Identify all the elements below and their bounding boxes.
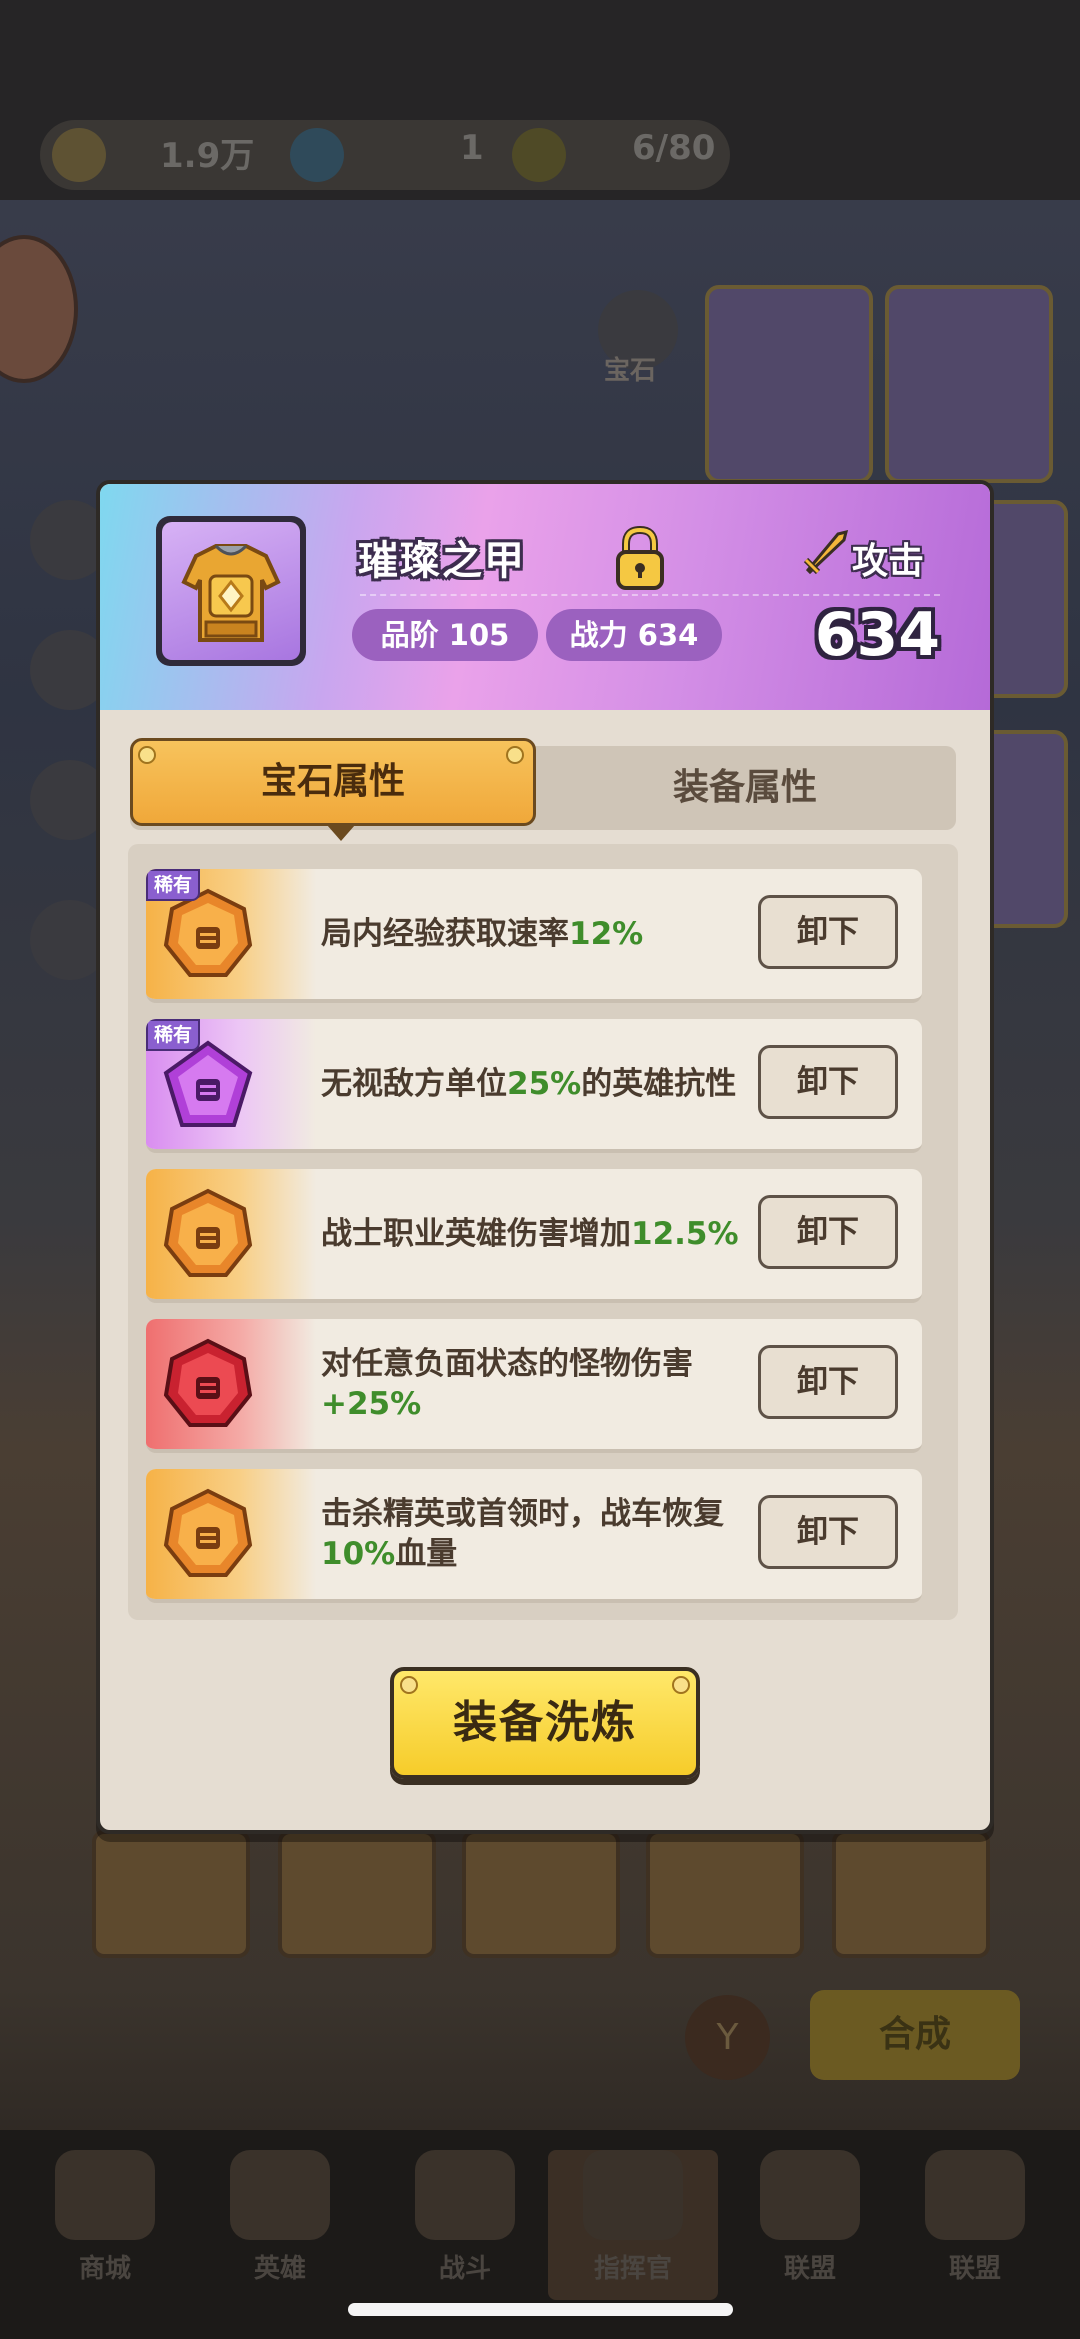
item-icon-frame (156, 516, 306, 666)
diamond-icon (290, 128, 344, 182)
gem-slot[interactable] (832, 1830, 990, 1958)
gem-slot[interactable] (278, 1830, 436, 1958)
power-badge: 战力 634 (546, 609, 722, 661)
gem-effect-text: 无视敌方单位25%的英雄抗性 (321, 1066, 737, 1102)
screw-decoration (672, 1676, 690, 1694)
orange-gem-icon (163, 888, 253, 977)
red-gem-icon (163, 1338, 253, 1427)
energy-amount: 6/80 (632, 128, 716, 168)
grade-badge: 品阶 105 (352, 609, 538, 661)
nav-commander[interactable]: 指挥官 (548, 2150, 718, 2300)
alliance-icon (760, 2150, 860, 2240)
merge-button[interactable]: 合成 (810, 1990, 1020, 2080)
gem-slot[interactable] (646, 1830, 804, 1958)
gem-row: 战士职业英雄伤害增加12.5% 卸下 (146, 1169, 922, 1303)
modal-header: 璀璨之甲 品阶 105 战力 634 攻击 634 (100, 484, 990, 710)
gem-side-label: 宝石 (604, 356, 657, 386)
nav-shop[interactable]: 商城 (30, 2150, 180, 2300)
effect-value: 10% (321, 1536, 396, 1572)
coin-icon (52, 128, 106, 182)
unequip-button[interactable]: 卸下 (758, 1195, 898, 1269)
equipment-card[interactable] (705, 285, 873, 483)
item-name: 璀璨之甲 (358, 538, 526, 584)
energy-icon (512, 128, 566, 182)
gem-row: 对任意负面状态的怪物伤害+25% 卸下 (146, 1319, 922, 1453)
equipment-card[interactable] (885, 285, 1053, 483)
orange-gem-icon (163, 1488, 253, 1577)
gem-slot[interactable] (462, 1830, 620, 1958)
gem-row: 稀有 无视敌方单位25%的英雄抗性 卸下 (146, 1019, 922, 1153)
attack-value: 634 (814, 600, 940, 670)
nav-alliance[interactable]: 联盟 (735, 2150, 885, 2300)
hero-icon (230, 2150, 330, 2240)
diamond-amount: 1 (460, 128, 484, 168)
filter-button[interactable]: Y (685, 1995, 770, 2080)
gem-slot[interactable] (92, 1830, 250, 1958)
gem-row: 稀有 局内经验获取速率12% 卸下 (146, 869, 922, 1003)
effect-value: 25% (507, 1066, 582, 1102)
shop-icon (55, 2150, 155, 2240)
tab-gem-attributes[interactable]: 宝石属性 (130, 738, 536, 841)
gem-effect-text: 对任意负面状态的怪物伤害+25% (321, 1346, 693, 1422)
attack-label: 攻击 (852, 541, 925, 582)
nav-battle[interactable]: 战斗 (390, 2150, 540, 2300)
orange-gem-icon (163, 1188, 253, 1277)
screw-decoration (138, 746, 156, 764)
nav-league[interactable]: 联盟 (900, 2150, 1050, 2300)
coin-amount: 1.9万 (160, 136, 255, 176)
header-divider (360, 594, 940, 596)
resource-bar (40, 120, 730, 190)
gem-effect-text: 战士职业英雄伤害增加12.5% (321, 1216, 739, 1252)
rarity-badge: 稀有 (146, 869, 201, 901)
effect-value: 12.5% (631, 1216, 739, 1252)
sword-icon (803, 529, 849, 575)
gem-effect-text: 击杀精英或首领时，战车恢复10%血量 (321, 1496, 724, 1572)
unequip-button[interactable]: 卸下 (758, 895, 898, 969)
effect-value: 12% (569, 916, 644, 952)
unequip-button[interactable]: 卸下 (758, 1495, 898, 1569)
gem-detail-modal: 璀璨之甲 品阶 105 战力 634 攻击 634 宝石属性 装备属性 稀有 局… (96, 480, 994, 1834)
rarity-badge: 稀有 (146, 1019, 201, 1051)
league-icon (925, 2150, 1025, 2240)
lock-icon[interactable] (610, 524, 670, 592)
screw-decoration (506, 746, 524, 764)
unequip-button[interactable]: 卸下 (758, 1345, 898, 1419)
tab-equipment-attributes[interactable]: 装备属性 (540, 746, 950, 830)
purple-gem-icon (163, 1040, 253, 1127)
nav-heroes[interactable]: 英雄 (205, 2150, 355, 2300)
equipment-refine-button[interactable]: 装备洗炼 (390, 1667, 700, 1779)
golden-armor-icon (181, 544, 281, 642)
battle-icon (415, 2150, 515, 2240)
home-indicator[interactable] (348, 2303, 733, 2316)
gem-row: 击杀精英或首领时，战车恢复10%血量 卸下 (146, 1469, 922, 1603)
commander-icon (583, 2150, 683, 2240)
gem-effect-text: 局内经验获取速率12% (321, 916, 644, 952)
screw-decoration (400, 1676, 418, 1694)
effect-value: +25% (321, 1386, 422, 1422)
player-avatar[interactable] (0, 235, 78, 383)
unequip-button[interactable]: 卸下 (758, 1045, 898, 1119)
